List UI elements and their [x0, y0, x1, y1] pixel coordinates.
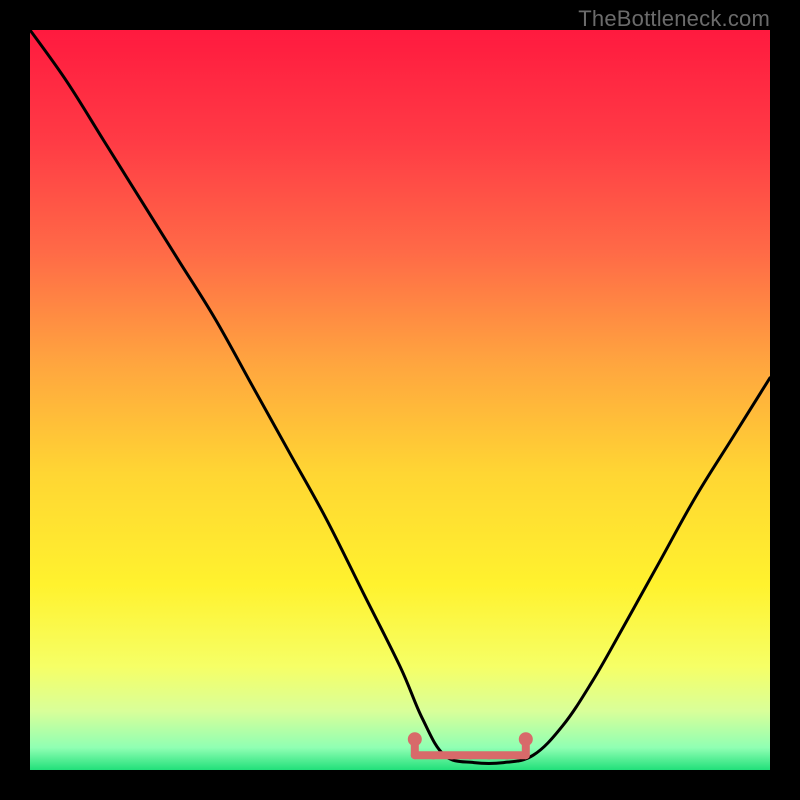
- bracket-bump: [467, 753, 473, 759]
- bracket-bump: [486, 753, 492, 759]
- chart-svg: [30, 30, 770, 770]
- gradient-background: [30, 30, 770, 770]
- bracket-bump: [504, 753, 510, 759]
- bracket-left-cap: [408, 732, 422, 746]
- bracket-bump: [430, 753, 436, 759]
- watermark-text: TheBottleneck.com: [578, 6, 770, 32]
- bracket-right-cap: [519, 732, 533, 746]
- bracket-bump: [449, 753, 455, 759]
- plot-area: [30, 30, 770, 770]
- chart-frame: TheBottleneck.com: [0, 0, 800, 800]
